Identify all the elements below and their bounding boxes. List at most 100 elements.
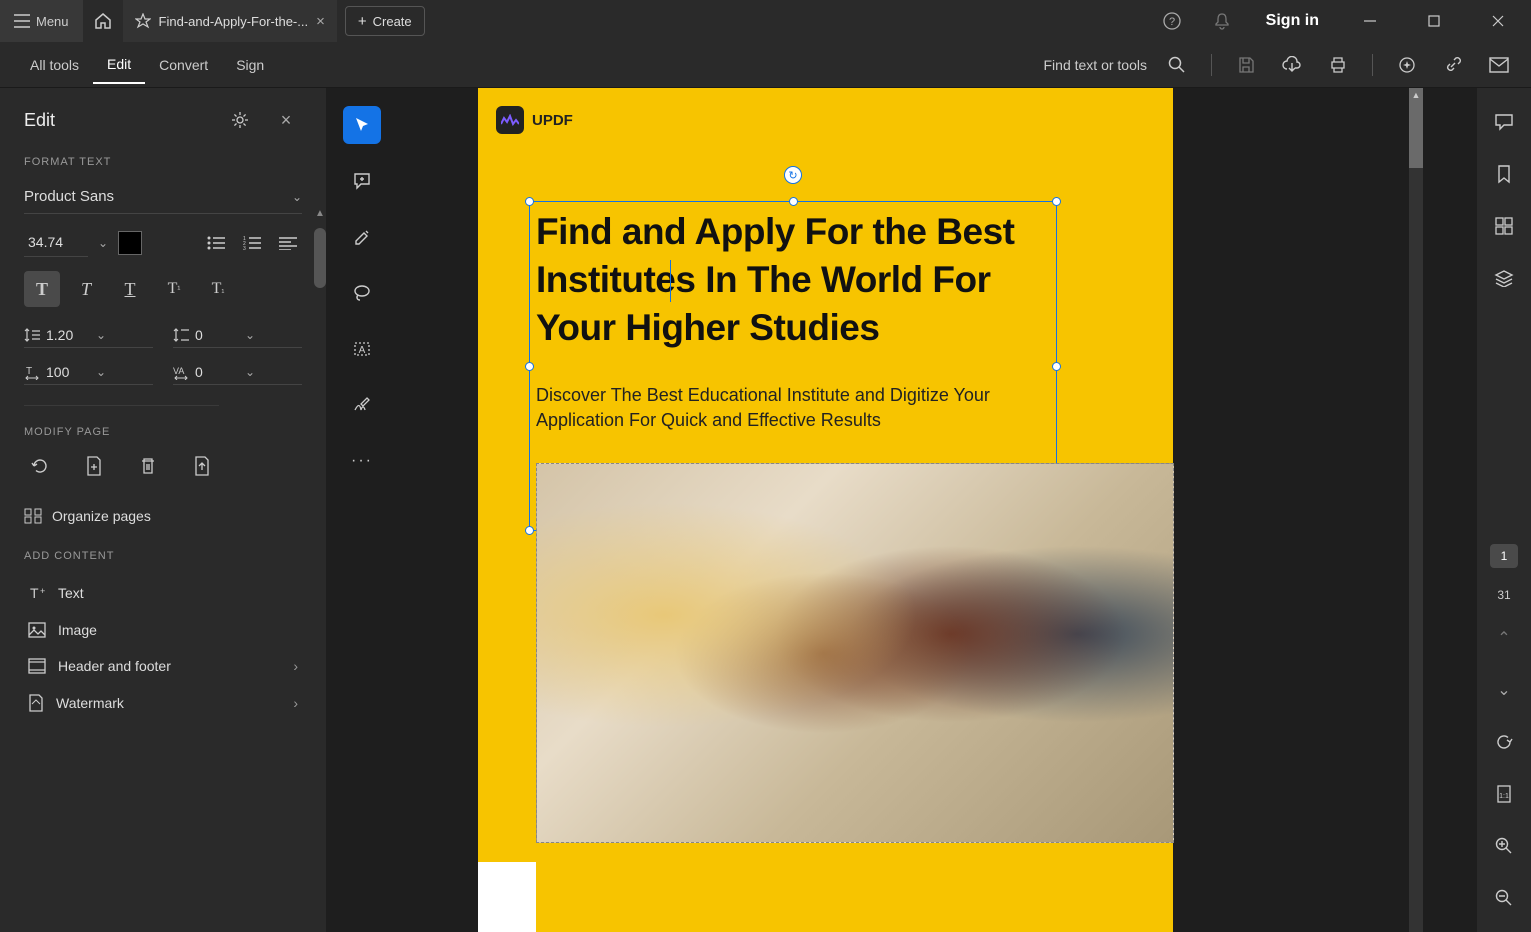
comment-tool[interactable] — [343, 162, 381, 200]
chevron-down-icon[interactable]: ⌄ — [98, 236, 108, 250]
highlight-tool[interactable] — [343, 218, 381, 256]
pdf-page[interactable]: UPDF Find and Apply For the Best Institu… — [478, 88, 1173, 932]
close-window-button[interactable] — [1475, 0, 1521, 42]
delete-page-button[interactable] — [132, 450, 164, 482]
tab-edit[interactable]: Edit — [93, 46, 145, 84]
text-color-swatch[interactable] — [118, 231, 142, 255]
add-text-button[interactable]: T+ Text — [24, 574, 302, 612]
text-add-icon: T+ — [28, 584, 46, 602]
watermark-icon — [28, 694, 44, 712]
find-label[interactable]: Find text or tools — [1044, 57, 1148, 73]
scroll-up-icon[interactable]: ▲ — [314, 208, 326, 224]
email-button[interactable] — [1483, 49, 1515, 81]
horizontal-scale-input[interactable]: T ⌄ — [24, 360, 153, 385]
zoom-in-icon — [1495, 837, 1513, 855]
help-button[interactable]: ? — [1156, 5, 1188, 37]
link-button[interactable] — [1437, 49, 1469, 81]
rotate-view-button[interactable] — [1488, 726, 1520, 758]
font-family-select[interactable]: Product Sans ⌄ — [24, 180, 302, 214]
notifications-button[interactable] — [1206, 5, 1238, 37]
document-canvas[interactable]: UPDF Find and Apply For the Best Institu… — [386, 88, 1477, 932]
italic-button[interactable]: T — [68, 271, 104, 307]
rotate-page-button[interactable] — [24, 450, 56, 482]
organize-pages-button[interactable]: Organize pages — [24, 500, 302, 532]
paragraph-spacing-input[interactable]: ⌄ — [173, 323, 302, 348]
home-button[interactable] — [83, 0, 123, 42]
line-height-input[interactable]: ⌄ — [24, 323, 153, 348]
zoom-out-button[interactable] — [1488, 882, 1520, 914]
tab-all-tools[interactable]: All tools — [16, 47, 93, 83]
numbered-list-button[interactable]: 123 — [238, 229, 266, 257]
sidebar-scrollbar[interactable] — [314, 228, 326, 288]
create-button[interactable]: + Create — [345, 6, 425, 36]
create-label: Create — [373, 14, 412, 29]
document-tab[interactable]: Find-and-Apply-For-the-... × — [123, 0, 337, 42]
subscript-button[interactable]: T₁ — [200, 271, 236, 307]
draw-tool[interactable] — [343, 274, 381, 312]
align-button[interactable] — [274, 229, 302, 257]
prev-page-button[interactable]: ⌃ — [1488, 622, 1520, 654]
ai-button[interactable] — [1391, 49, 1423, 81]
resize-handle-mr[interactable] — [1052, 362, 1061, 371]
content-label: Header and footer — [58, 658, 171, 674]
more-tools[interactable]: ··· — [343, 442, 381, 480]
menu-button[interactable]: Menu — [0, 0, 83, 42]
underline-button[interactable]: T — [112, 271, 148, 307]
insert-page-button[interactable] — [78, 450, 110, 482]
resize-handle-tm[interactable] — [789, 197, 798, 206]
bullet-list-button[interactable] — [202, 229, 230, 257]
zoom-in-button[interactable] — [1488, 830, 1520, 862]
minimize-button[interactable] — [1347, 0, 1393, 42]
add-image-button[interactable]: Image — [24, 612, 302, 648]
fit-page-button[interactable]: 1:1 — [1488, 778, 1520, 810]
highlighter-icon — [353, 228, 371, 246]
canvas-scrollbar-track[interactable] — [1409, 88, 1423, 932]
save-button[interactable] — [1230, 49, 1262, 81]
next-page-button[interactable]: ⌄ — [1488, 674, 1520, 706]
font-size-input[interactable] — [24, 228, 88, 257]
scrollbar-up-arrow[interactable]: ▲ — [1409, 90, 1423, 100]
tab-sign[interactable]: Sign — [222, 47, 278, 83]
resize-handle-tl[interactable] — [525, 197, 534, 206]
resize-handle-bl[interactable] — [525, 526, 534, 535]
chat-icon — [1494, 113, 1514, 131]
para-spacing-icon — [173, 327, 189, 343]
text-box-tool[interactable]: A — [343, 330, 381, 368]
chevron-down-icon: ⌄ — [96, 365, 106, 379]
thumbnails-panel-button[interactable] — [1488, 210, 1520, 242]
bookmark-panel-button[interactable] — [1488, 158, 1520, 190]
chat-panel-button[interactable] — [1488, 106, 1520, 138]
add-watermark-button[interactable]: Watermark › — [24, 684, 302, 722]
lasso-icon — [353, 284, 371, 302]
menu-label: Menu — [36, 14, 69, 29]
rotate-handle[interactable]: ↻ — [784, 166, 802, 184]
sign-tool[interactable] — [343, 386, 381, 424]
canvas-scrollbar-thumb[interactable] — [1409, 88, 1423, 168]
current-page-badge[interactable]: 1 — [1490, 544, 1518, 568]
resize-handle-tr[interactable] — [1052, 197, 1061, 206]
maximize-button[interactable] — [1411, 0, 1457, 42]
panel-close-button[interactable]: × — [270, 104, 302, 136]
signin-button[interactable]: Sign in — [1256, 12, 1329, 30]
close-tab-icon[interactable]: × — [316, 13, 325, 30]
resize-handle-ml[interactable] — [525, 362, 534, 371]
add-header-footer-button[interactable]: Header and footer › — [24, 648, 302, 684]
cloud-button[interactable] — [1276, 49, 1308, 81]
char-spacing-input[interactable]: VA ⌄ — [173, 360, 302, 385]
bold-button[interactable]: T — [24, 271, 60, 307]
layers-panel-button[interactable] — [1488, 262, 1520, 294]
search-button[interactable] — [1161, 49, 1193, 81]
tab-convert[interactable]: Convert — [145, 47, 222, 83]
select-tool[interactable] — [343, 106, 381, 144]
char-spacing-icon: VA — [173, 364, 189, 380]
add-content-label: ADD CONTENT — [24, 550, 302, 562]
superscript-button[interactable]: T¹ — [156, 271, 192, 307]
save-icon — [1237, 56, 1255, 74]
hero-image[interactable] — [536, 463, 1174, 843]
total-pages: 31 — [1497, 588, 1510, 602]
vertical-toolbar: A ··· — [338, 88, 386, 932]
panel-settings-button[interactable] — [224, 104, 256, 136]
fit-page-icon: 1:1 — [1496, 784, 1512, 804]
extract-page-button[interactable] — [186, 450, 218, 482]
print-button[interactable] — [1322, 49, 1354, 81]
